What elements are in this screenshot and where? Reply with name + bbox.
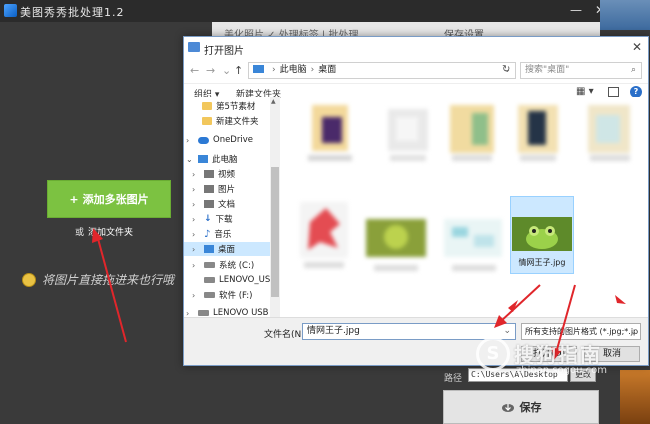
- annotation-arrows: [92, 228, 626, 360]
- annotation-arrow-add-folder: [92, 228, 127, 343]
- annotation-arrowhead-right: [615, 295, 626, 304]
- annotation-arrow-filename: [494, 284, 541, 328]
- annotation-arrow-open: [551, 284, 576, 360]
